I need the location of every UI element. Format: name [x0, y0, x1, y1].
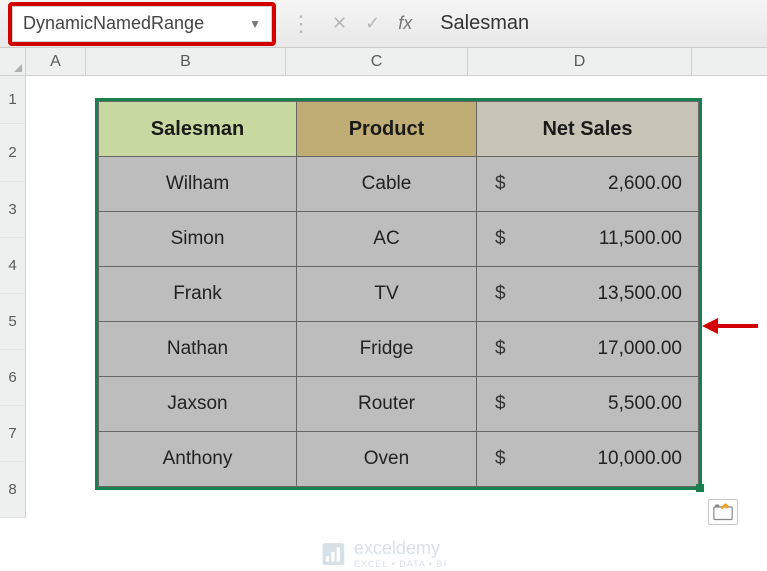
- row-header[interactable]: 3: [0, 182, 26, 238]
- table-header-row: Salesman Product Net Sales: [99, 102, 699, 157]
- row-header[interactable]: 7: [0, 406, 26, 462]
- header-product[interactable]: Product: [297, 102, 477, 157]
- header-netsales[interactable]: Net Sales: [477, 102, 699, 157]
- money-value: 13,500.00: [597, 283, 682, 305]
- formula-controls: ✕ ✓ fx: [326, 13, 418, 34]
- currency-symbol: $: [495, 173, 506, 195]
- table-row: Simon AC $11,500.00: [99, 212, 699, 267]
- table-row: Jaxson Router $5,500.00: [99, 377, 699, 432]
- cell-netsales[interactable]: $11,500.00: [477, 212, 699, 267]
- cell-salesman[interactable]: Frank: [99, 267, 297, 322]
- currency-symbol: $: [495, 448, 506, 470]
- cell-salesman[interactable]: Jaxson: [99, 377, 297, 432]
- watermark-brand: exceldemy: [354, 538, 440, 558]
- cell-product[interactable]: Oven: [297, 432, 477, 487]
- cell-salesman[interactable]: Nathan: [99, 322, 297, 377]
- sales-table: Salesman Product Net Sales Wilham Cable …: [98, 101, 699, 487]
- column-header-C[interactable]: C: [286, 48, 468, 75]
- cell-product[interactable]: Fridge: [297, 322, 477, 377]
- cell-netsales[interactable]: $10,000.00: [477, 432, 699, 487]
- currency-symbol: $: [495, 393, 506, 415]
- separator-icon: ⋮: [284, 11, 318, 37]
- row-header[interactable]: 5: [0, 294, 26, 350]
- name-box[interactable]: DynamicNamedRange ▼: [12, 6, 272, 42]
- watermark-logo-icon: [320, 541, 346, 567]
- named-range-selection[interactable]: Salesman Product Net Sales Wilham Cable …: [95, 98, 702, 490]
- cell-product[interactable]: TV: [297, 267, 477, 322]
- column-header-D[interactable]: D: [468, 48, 692, 75]
- row-header[interactable]: 6: [0, 350, 26, 406]
- table-row: Frank TV $13,500.00: [99, 267, 699, 322]
- cancel-icon[interactable]: ✕: [332, 13, 347, 34]
- cell-product[interactable]: Router: [297, 377, 477, 432]
- watermark: exceldemy EXCEL • DATA • BI: [320, 538, 447, 569]
- enter-icon[interactable]: ✓: [365, 13, 380, 34]
- column-header-A[interactable]: A: [26, 48, 86, 75]
- table-row: Wilham Cable $2,600.00: [99, 157, 699, 212]
- formula-input[interactable]: Salesman: [426, 12, 759, 35]
- column-headers: A B C D: [0, 48, 767, 76]
- cell-netsales[interactable]: $17,000.00: [477, 322, 699, 377]
- currency-symbol: $: [495, 338, 506, 360]
- cell-netsales[interactable]: $13,500.00: [477, 267, 699, 322]
- money-value: 5,500.00: [608, 393, 682, 415]
- watermark-tagline: EXCEL • DATA • BI: [354, 559, 447, 569]
- money-value: 11,500.00: [599, 228, 682, 250]
- currency-symbol: $: [495, 283, 506, 305]
- chevron-down-icon[interactable]: ▼: [249, 17, 261, 31]
- currency-symbol: $: [495, 228, 506, 250]
- fx-icon[interactable]: fx: [398, 13, 412, 34]
- table-row: Nathan Fridge $17,000.00: [99, 322, 699, 377]
- selection-handle-icon[interactable]: [696, 484, 704, 492]
- select-all-corner[interactable]: [0, 48, 26, 75]
- formula-input-value: Salesman: [440, 12, 529, 34]
- name-box-highlight: DynamicNamedRange ▼: [8, 2, 276, 46]
- cell-salesman[interactable]: Wilham: [99, 157, 297, 212]
- row-header[interactable]: 8: [0, 462, 26, 518]
- cell-salesman[interactable]: Simon: [99, 212, 297, 267]
- cell-product[interactable]: AC: [297, 212, 477, 267]
- cell-salesman[interactable]: Anthony: [99, 432, 297, 487]
- row-header[interactable]: 1: [0, 76, 26, 124]
- row-header[interactable]: 2: [0, 124, 26, 182]
- row-header[interactable]: 4: [0, 238, 26, 294]
- cell-netsales[interactable]: $2,600.00: [477, 157, 699, 212]
- cell-netsales[interactable]: $5,500.00: [477, 377, 699, 432]
- quick-analysis-icon[interactable]: [708, 499, 738, 525]
- money-value: 10,000.00: [597, 448, 682, 470]
- header-salesman[interactable]: Salesman: [99, 102, 297, 157]
- formula-bar: DynamicNamedRange ▼ ⋮ ✕ ✓ fx Salesman: [0, 0, 767, 48]
- table-row: Anthony Oven $10,000.00: [99, 432, 699, 487]
- money-value: 2,600.00: [608, 173, 682, 195]
- cell-product[interactable]: Cable: [297, 157, 477, 212]
- name-box-value: DynamicNamedRange: [23, 13, 204, 34]
- annotation-arrow-icon: [702, 318, 758, 334]
- column-header-B[interactable]: B: [86, 48, 286, 75]
- money-value: 17,000.00: [597, 338, 682, 360]
- worksheet: A B C D 1 2 3 4 5 6 7 8 Salesman Product…: [0, 48, 767, 571]
